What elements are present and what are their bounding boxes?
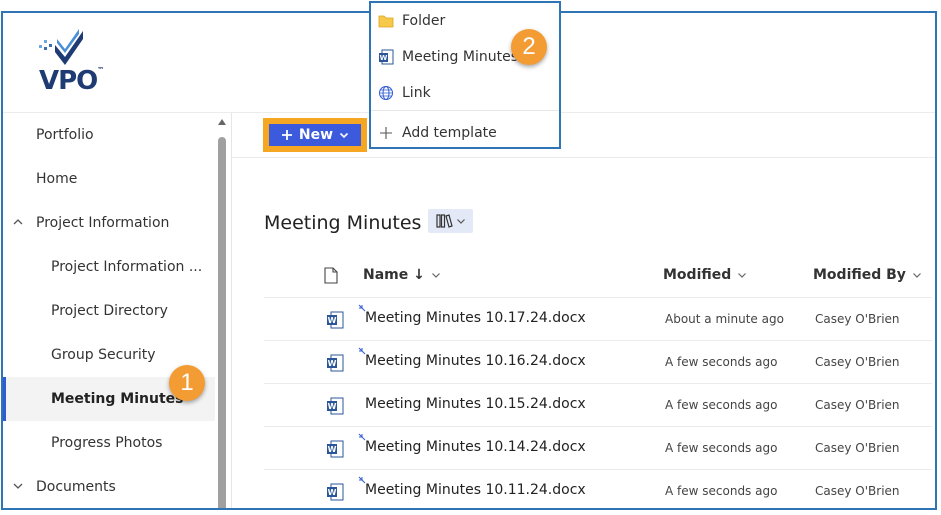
modified-by-value[interactable]: Casey O'Brien bbox=[815, 312, 900, 326]
svg-text:W: W bbox=[328, 402, 337, 411]
modified-value: A few seconds ago bbox=[665, 355, 778, 369]
globe-icon bbox=[379, 86, 393, 100]
table-row[interactable]: W Meeting Minutes 10.17.24.docx About a … bbox=[264, 297, 932, 341]
new-button[interactable]: New bbox=[269, 124, 361, 146]
left-navigation: Portfolio Home Project Information Proje… bbox=[3, 113, 232, 508]
file-name-link[interactable]: Meeting Minutes 10.11.24.docx bbox=[365, 482, 586, 498]
file-type-column-header[interactable] bbox=[324, 253, 338, 297]
vpo-logo-text: VPO™ bbox=[39, 66, 104, 96]
nav-item-home[interactable]: Home bbox=[3, 157, 215, 201]
table-row[interactable]: W Meeting Minutes 10.11.24.docx A few se… bbox=[264, 469, 932, 508]
nav-item-progress-photos[interactable]: Progress Photos bbox=[3, 421, 215, 465]
table-row[interactable]: W Meeting Minutes 10.14.24.docx A few se… bbox=[264, 426, 932, 470]
view-options-button[interactable] bbox=[428, 209, 473, 233]
svg-text:W: W bbox=[328, 316, 337, 325]
plus-icon bbox=[281, 130, 292, 140]
word-doc-icon: W bbox=[327, 354, 344, 372]
plus-icon bbox=[380, 127, 392, 139]
name-column-header[interactable]: Name ↓ bbox=[363, 253, 441, 297]
svg-text:W: W bbox=[328, 445, 337, 454]
nav-item-project-directory[interactable]: Project Directory bbox=[3, 289, 215, 333]
callout-badge-2: 2 bbox=[511, 29, 547, 65]
file-name-link[interactable]: Meeting Minutes 10.16.24.docx bbox=[365, 353, 586, 369]
word-doc-icon: W bbox=[327, 311, 344, 329]
chevron-up-icon[interactable] bbox=[12, 216, 24, 228]
file-name-link[interactable]: Meeting Minutes 10.17.24.docx bbox=[365, 310, 586, 326]
library-view-icon bbox=[435, 214, 453, 228]
chevron-down-icon bbox=[340, 132, 349, 139]
table-row[interactable]: W Meeting Minutes 10.15.24.docx A few se… bbox=[264, 383, 932, 427]
table-row[interactable]: W Meeting Minutes 10.16.24.docx A few se… bbox=[264, 340, 932, 384]
menu-divider bbox=[371, 110, 559, 111]
chevron-down-icon[interactable] bbox=[12, 480, 24, 492]
vpo-logo[interactable]: VPO™ bbox=[33, 25, 104, 96]
menu-item-link[interactable]: Link bbox=[371, 75, 559, 111]
chevron-down-icon bbox=[431, 273, 440, 278]
folder-icon bbox=[378, 15, 394, 28]
scroll-up-arrow-icon[interactable] bbox=[218, 119, 226, 125]
modified-value: A few seconds ago bbox=[665, 441, 778, 455]
nav-item-portfolio[interactable]: Portfolio bbox=[3, 113, 215, 157]
svg-text:W: W bbox=[380, 54, 388, 62]
svg-text:W: W bbox=[328, 359, 337, 368]
new-menu-dropdown: Folder W Meeting Minutes Link Add templa… bbox=[369, 1, 561, 149]
modified-by-value[interactable]: Casey O'Brien bbox=[815, 355, 900, 369]
new-button-highlight: New bbox=[263, 118, 367, 152]
scrollbar-thumb[interactable] bbox=[218, 137, 226, 508]
nav-item-project-information-sub[interactable]: Project Information ... bbox=[3, 245, 215, 289]
modified-column-header[interactable]: Modified bbox=[663, 253, 747, 297]
chevron-down-icon bbox=[913, 273, 921, 278]
file-name-link[interactable]: Meeting Minutes 10.14.24.docx bbox=[365, 439, 586, 455]
library-title: Meeting Minutes bbox=[264, 212, 422, 234]
word-doc-icon: W bbox=[327, 397, 344, 415]
nav-item-documents[interactable]: Documents bbox=[3, 465, 215, 508]
sidebar-scrollbar[interactable] bbox=[217, 117, 227, 508]
document-icon bbox=[324, 266, 338, 284]
vpo-logo-mark bbox=[39, 29, 83, 65]
modified-value: A few seconds ago bbox=[665, 484, 778, 498]
nav-item-project-information[interactable]: Project Information bbox=[3, 201, 215, 245]
chevron-down-icon bbox=[738, 273, 747, 278]
modified-by-value[interactable]: Casey O'Brien bbox=[815, 398, 900, 412]
word-doc-icon: W bbox=[379, 49, 394, 65]
modified-value: About a minute ago bbox=[665, 312, 784, 326]
callout-badge-1: 1 bbox=[169, 365, 205, 401]
word-doc-icon: W bbox=[327, 440, 344, 458]
svg-text:W: W bbox=[328, 488, 337, 497]
modified-by-value[interactable]: Casey O'Brien bbox=[815, 484, 900, 498]
file-name-link[interactable]: Meeting Minutes 10.15.24.docx bbox=[365, 396, 586, 412]
modified-by-value[interactable]: Casey O'Brien bbox=[815, 441, 900, 455]
modified-value: A few seconds ago bbox=[665, 398, 778, 412]
menu-item-add-template[interactable]: Add template bbox=[371, 115, 559, 151]
modified-by-column-header[interactable]: Modified By bbox=[813, 253, 922, 297]
command-bar: New bbox=[232, 113, 935, 158]
word-doc-icon: W bbox=[327, 483, 344, 501]
chevron-down-icon bbox=[456, 219, 465, 224]
